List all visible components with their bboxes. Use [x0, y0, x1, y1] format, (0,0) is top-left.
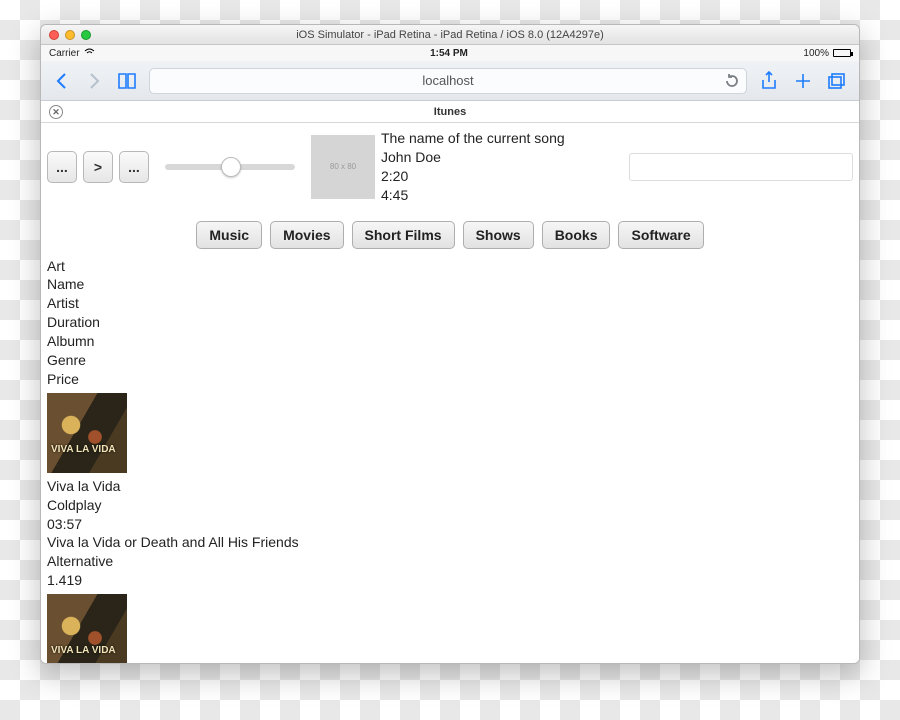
wifi-icon: [84, 48, 95, 59]
nowplaying-art-placeholder: 80 x 80: [311, 135, 375, 199]
col-header: Name: [47, 275, 853, 294]
nowplaying-artist: John Doe: [381, 148, 565, 167]
url-field[interactable]: localhost: [149, 68, 747, 94]
album-art-text: VIVA LA VIDA: [51, 445, 116, 455]
nowplaying-title: The name of the current song: [381, 129, 565, 148]
track-price: 1.419: [47, 571, 853, 590]
url-text: localhost: [422, 73, 473, 88]
page-header: ✕ Itunes: [41, 101, 859, 123]
play-button[interactable]: >: [83, 151, 113, 183]
tabs-icon[interactable]: [825, 69, 849, 93]
carrier-label: Carrier: [49, 48, 80, 59]
ios-status-bar: Carrier 1:54 PM 100%: [41, 45, 859, 61]
window-title: iOS Simulator - iPad Retina - iPad Retin…: [41, 29, 859, 41]
bookmarks-icon[interactable]: [115, 69, 139, 93]
track-artist: Coldplay: [47, 496, 853, 515]
tab-shows[interactable]: Shows: [463, 221, 534, 249]
col-header: Albumn: [47, 332, 853, 351]
category-tabs: Music Movies Short Films Shows Books Sof…: [41, 207, 859, 255]
nowplaying-info: The name of the current song John Doe 2:…: [381, 129, 565, 205]
tab-movies[interactable]: Movies: [270, 221, 343, 249]
share-icon[interactable]: [757, 69, 781, 93]
nowplaying-elapsed: 2:20: [381, 167, 565, 186]
track-duration: 03:57: [47, 515, 853, 534]
tab-books[interactable]: Books: [542, 221, 611, 249]
new-tab-icon[interactable]: [791, 69, 815, 93]
back-button[interactable]: [51, 70, 73, 92]
safari-toolbar: localhost: [41, 61, 859, 101]
col-header: Art: [47, 257, 853, 276]
player-bar: ... > ... 80 x 80 The name of the curren…: [41, 123, 859, 207]
album-art[interactable]: VIVA LA VIDA: [47, 594, 127, 663]
track-name: Viva la Vida: [47, 477, 853, 496]
reload-icon[interactable]: [724, 73, 740, 89]
col-header: Genre: [47, 351, 853, 370]
battery-pct: 100%: [803, 48, 829, 59]
page-content: ... > ... 80 x 80 The name of the curren…: [41, 123, 859, 663]
track-album: Viva la Vida or Death and All His Friend…: [47, 533, 853, 552]
tab-software[interactable]: Software: [618, 221, 703, 249]
album-art-text: VIVA LA VIDA: [51, 646, 116, 656]
tab-music[interactable]: Music: [196, 221, 262, 249]
close-icon[interactable]: ✕: [49, 105, 63, 119]
slider-thumb[interactable]: [221, 157, 241, 177]
volume-slider[interactable]: [165, 164, 295, 170]
page-title: Itunes: [434, 106, 466, 118]
mac-titlebar: iOS Simulator - iPad Retina - iPad Retin…: [41, 25, 859, 45]
col-header: Price: [47, 370, 853, 389]
status-time: 1:54 PM: [430, 48, 468, 59]
track-genre: Alternative: [47, 552, 853, 571]
search-input[interactable]: [629, 153, 853, 181]
col-header: Artist: [47, 294, 853, 313]
prev-button[interactable]: ...: [47, 151, 77, 183]
col-header: Duration: [47, 313, 853, 332]
battery-icon: [833, 49, 851, 57]
album-art[interactable]: VIVA LA VIDA: [47, 393, 127, 473]
next-button[interactable]: ...: [119, 151, 149, 183]
forward-button[interactable]: [83, 70, 105, 92]
tab-short-films[interactable]: Short Films: [352, 221, 455, 249]
track-list: Art Name Artist Duration Albumn Genre Pr…: [41, 255, 859, 663]
nowplaying-total: 4:45: [381, 186, 565, 205]
